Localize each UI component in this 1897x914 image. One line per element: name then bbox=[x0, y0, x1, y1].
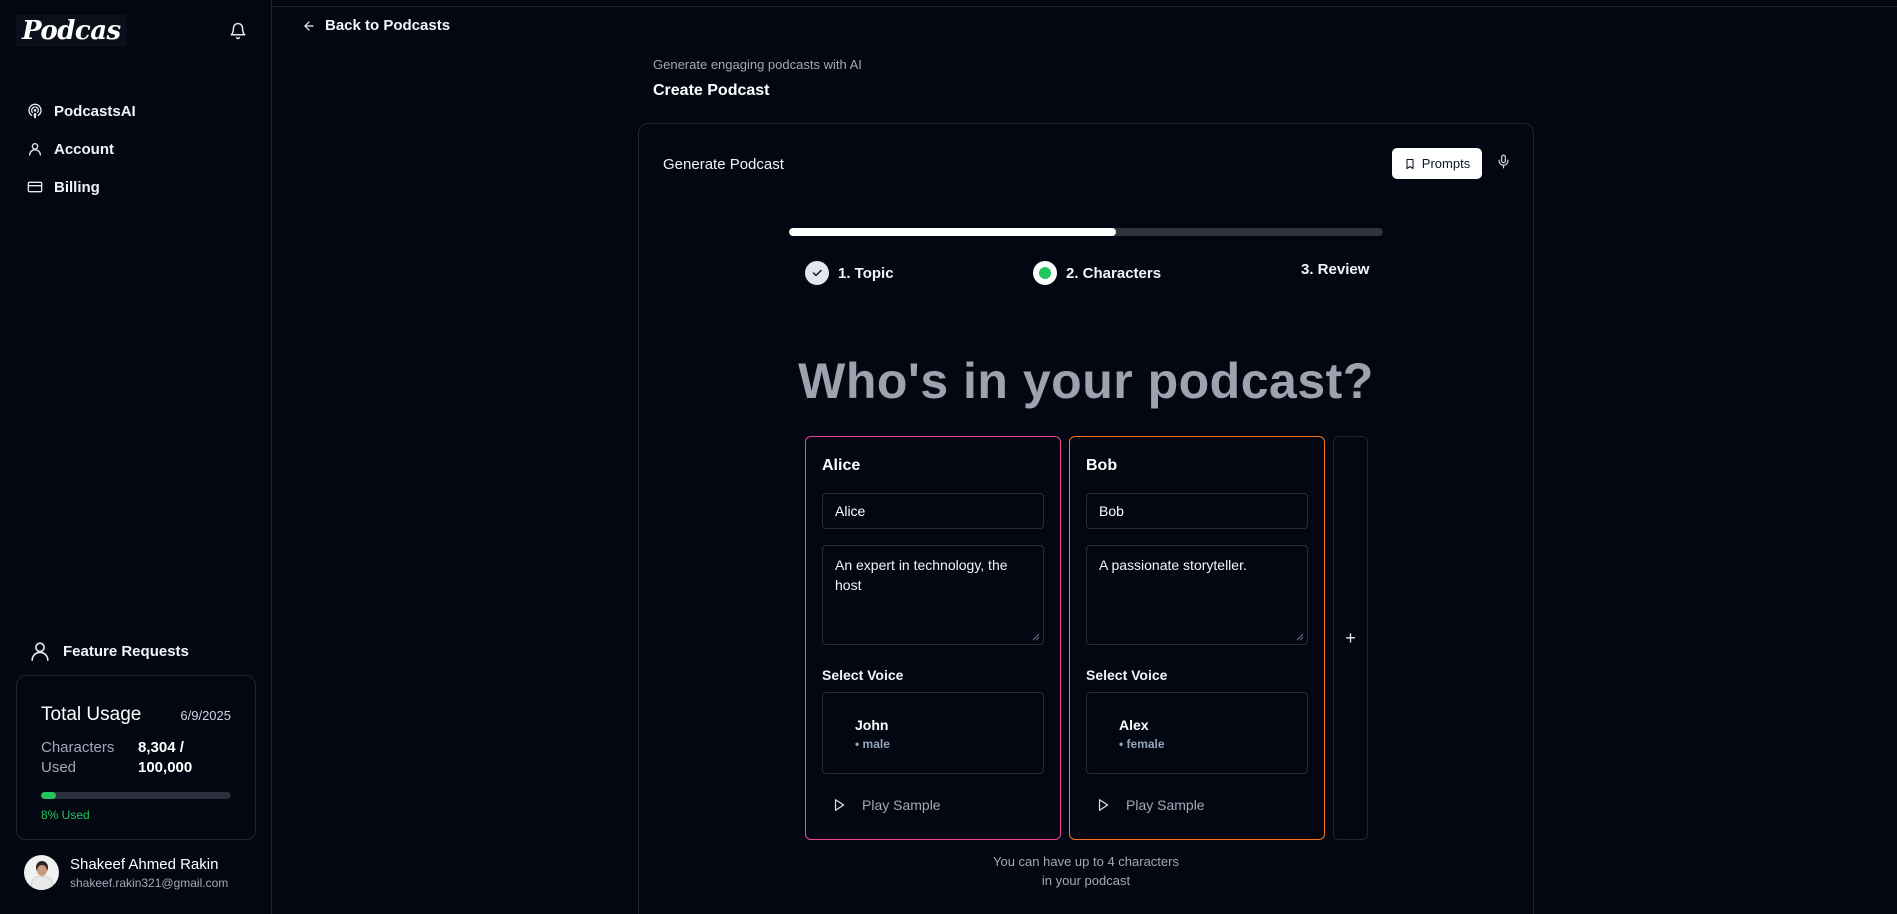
step-progress-bar bbox=[789, 228, 1383, 236]
character-description-textarea[interactable]: An expert in technology, the host bbox=[822, 545, 1044, 645]
character-description-text: A passionate storyteller. bbox=[1099, 557, 1247, 573]
character-card-alice: Alice Alice An expert in technology, the… bbox=[805, 436, 1061, 840]
podcast-icon bbox=[28, 103, 42, 119]
step-topic[interactable]: 1. Topic bbox=[805, 261, 894, 285]
user-email: shakeef.rakin321@gmail.com bbox=[70, 875, 229, 890]
voice-selector[interactable]: John • male bbox=[822, 692, 1044, 774]
sidebar-item-billing[interactable]: Billing bbox=[27, 168, 136, 206]
voice-selector[interactable]: Alex • female bbox=[1086, 692, 1308, 774]
step-label: 1. Topic bbox=[838, 264, 894, 282]
play-sample-label: Play Sample bbox=[862, 797, 941, 813]
character-description-textarea[interactable]: A passionate storyteller. bbox=[1086, 545, 1308, 645]
bookmark-icon bbox=[1406, 158, 1414, 169]
sidebar-item-podcastsai[interactable]: PodcastsAI bbox=[27, 92, 136, 130]
user-name: Shakeef Ahmed Rakin bbox=[70, 855, 219, 873]
usage-title: Total Usage bbox=[41, 704, 142, 725]
usage-percent: 8% Used bbox=[41, 808, 90, 822]
prompts-button[interactable]: Prompts bbox=[1392, 148, 1482, 179]
voice-name: John bbox=[855, 717, 889, 733]
back-to-podcasts-link[interactable]: Back to Podcasts bbox=[302, 17, 450, 34]
page-subtitle: Generate engaging podcasts with AI bbox=[653, 57, 862, 72]
play-icon bbox=[834, 799, 845, 811]
page-title: Create Podcast bbox=[653, 82, 770, 99]
select-voice-label: Select Voice bbox=[1086, 667, 1168, 683]
usage-label: Characters Used bbox=[41, 739, 115, 776]
voice-gender: • male bbox=[855, 737, 890, 751]
step-active-indicator bbox=[1033, 261, 1057, 285]
play-sample-button[interactable]: Play Sample bbox=[832, 797, 941, 813]
prompts-label: Prompts bbox=[1421, 156, 1471, 171]
sidebar-item-label: Account bbox=[54, 140, 114, 158]
resize-handle-icon[interactable] bbox=[1032, 633, 1040, 641]
play-sample-label: Play Sample bbox=[1126, 797, 1205, 813]
play-icon bbox=[1098, 799, 1109, 811]
step-review[interactable]: 3. Review bbox=[1301, 261, 1369, 278]
credit-card-icon bbox=[27, 181, 43, 193]
sidebar-nav: PodcastsAI Account Billing bbox=[27, 92, 136, 206]
usage-date: 6/9/2025 bbox=[180, 708, 231, 723]
character-limit-note-line: in your podcast bbox=[1041, 873, 1131, 888]
character-name-input[interactable]: Bob bbox=[1086, 493, 1308, 529]
character-title: Bob bbox=[1086, 457, 1118, 474]
user-profile[interactable]: Shakeef Ahmed Rakin shakeef.rakin321@gma… bbox=[24, 855, 228, 890]
character-limit-note: You can have up to 4 characters in your … bbox=[639, 852, 1533, 890]
usage-bar bbox=[41, 792, 231, 799]
bell-icon[interactable] bbox=[229, 22, 247, 40]
usage-bar-fill bbox=[41, 792, 57, 799]
sidebar-item-account[interactable]: Account bbox=[27, 130, 136, 168]
avatar bbox=[24, 855, 59, 890]
character-description-text: An expert in technology, the host bbox=[835, 557, 1008, 593]
section-heading: Who's in your podcast? bbox=[798, 353, 1374, 409]
user-icon bbox=[31, 642, 49, 661]
sidebar-item-label: Billing bbox=[54, 178, 100, 196]
sidebar-item-label: PodcastsAI bbox=[54, 102, 136, 120]
step-label: 3. Review bbox=[1301, 261, 1370, 278]
play-sample-button[interactable]: Play Sample bbox=[1096, 797, 1205, 813]
character-limit-note-line: You can have up to 4 characters bbox=[993, 854, 1179, 869]
logo[interactable]: Podcas bbox=[16, 15, 127, 47]
user-icon bbox=[29, 143, 41, 156]
logo-text: Podcas bbox=[22, 16, 121, 46]
sidebar: Podcas PodcastsAI Account Billing Featur… bbox=[0, 0, 272, 914]
step-progress-fill bbox=[789, 228, 1116, 236]
character-title: Alice bbox=[822, 457, 861, 474]
select-voice-label: Select Voice bbox=[822, 667, 904, 683]
voice-name: Alex bbox=[1119, 717, 1149, 733]
usage-card: Total Usage 6/9/2025 Characters Used 8,3… bbox=[16, 675, 256, 840]
card-title: Generate Podcast bbox=[663, 156, 784, 173]
step-complete-indicator bbox=[805, 261, 829, 285]
back-label: Back to Podcasts bbox=[325, 17, 451, 34]
check-icon bbox=[812, 269, 822, 277]
generate-podcast-card: Generate Podcast Prompts 1. Topic 2. Cha… bbox=[638, 123, 1534, 914]
voice-gender: • female bbox=[1119, 737, 1165, 751]
microphone-icon[interactable] bbox=[1496, 154, 1511, 169]
usage-value: 8,304 / 100,000 bbox=[138, 739, 193, 776]
character-name-input[interactable]: Alice bbox=[822, 493, 1044, 529]
step-label: 2. Characters bbox=[1066, 264, 1162, 282]
character-card-bob: Bob Bob A passionate storyteller. Select… bbox=[1069, 436, 1325, 840]
resize-handle-icon[interactable] bbox=[1296, 633, 1304, 641]
feature-requests-link[interactable]: Feature Requests bbox=[29, 640, 189, 662]
plus-icon: + bbox=[1345, 627, 1356, 648]
step-characters[interactable]: 2. Characters bbox=[1033, 261, 1161, 285]
feature-requests-label: Feature Requests bbox=[63, 642, 189, 660]
arrow-left-icon bbox=[304, 20, 314, 31]
add-character-button[interactable]: + bbox=[1333, 436, 1368, 840]
